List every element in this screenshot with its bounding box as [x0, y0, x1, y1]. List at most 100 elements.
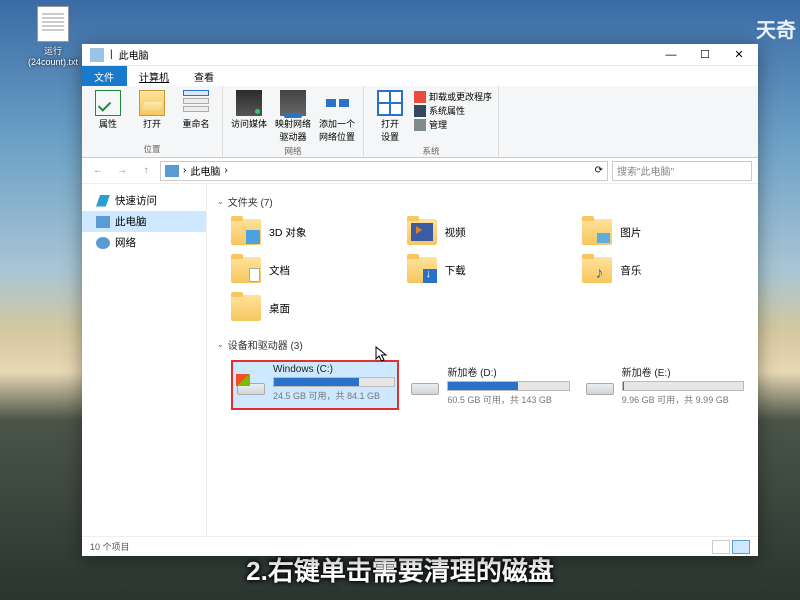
nav-this-pc[interactable]: 此电脑 [82, 211, 206, 232]
map-drive-button[interactable]: 映射网络 驱动器 [273, 90, 313, 143]
drive-icon [409, 373, 441, 397]
txt-file-icon [37, 6, 69, 42]
manage-button[interactable]: 管理 [414, 118, 492, 131]
folder-icon [231, 257, 261, 283]
network-location-icon [324, 90, 350, 116]
folder-label: 桌面 [269, 301, 290, 316]
tab-computer[interactable]: 计算机 [127, 66, 182, 86]
file-explorer-window: | 此电脑 — ☐ ✕ 文件 计算机 查看 属性 打开 重命名 位置 访问媒体 … [82, 44, 758, 556]
maximize-button[interactable]: ☐ [688, 44, 722, 66]
tab-view[interactable]: 查看 [182, 66, 227, 86]
rename-button[interactable]: 重命名 [176, 90, 216, 130]
quick-access-toolbar: | [84, 48, 119, 62]
drive-subtext: 60.5 GB 可用，共 143 GB [447, 393, 569, 406]
drive-subtext: 24.5 GB 可用，共 84.1 GB [273, 389, 395, 402]
ribbon-group-network-label: 网络 [229, 143, 357, 157]
open-label: 打开 [143, 117, 161, 130]
drive-item[interactable]: Windows (C:) 24.5 GB 可用，共 84.1 GB [231, 360, 399, 410]
nav-quick-access[interactable]: 快速访问 [82, 190, 206, 211]
view-details-button[interactable] [712, 540, 730, 554]
nav-forward-button[interactable]: → [112, 161, 132, 181]
view-tiles-button[interactable] [732, 540, 750, 554]
map-drive-label: 映射网络 驱动器 [275, 117, 311, 143]
sysprops-label: 系统属性 [429, 104, 465, 117]
folder-label: 视频 [445, 225, 466, 240]
settings-icon [377, 90, 403, 116]
uninstall-button[interactable]: 卸载或更改程序 [414, 90, 492, 103]
nav-back-button[interactable]: ← [88, 161, 108, 181]
close-button[interactable]: ✕ [722, 44, 756, 66]
drive-usage-bar [622, 381, 744, 391]
folder-item[interactable]: 桌面 [231, 291, 397, 325]
desktop-file-label-2: (24count).txt [28, 57, 78, 67]
nav-pane: 快速访问 此电脑 网络 [82, 184, 207, 536]
add-netloc-label: 添加一个 网络位置 [319, 117, 355, 143]
folder-item[interactable]: 3D 对象 [231, 215, 397, 249]
drive-icon [235, 373, 267, 397]
search-input[interactable]: 搜索"此电脑" [612, 161, 752, 181]
search-placeholder: 搜索"此电脑" [617, 163, 674, 178]
drive-name: 新加卷 (E:) [622, 364, 744, 379]
window-titlebar[interactable]: | 此电脑 — ☐ ✕ [82, 44, 758, 66]
manage-label: 管理 [429, 118, 447, 131]
ribbon-group-system: 打开 设置 卸载或更改程序 系统属性 管理 系统 [364, 86, 499, 157]
ribbon-group-location: 属性 打开 重命名 位置 [82, 86, 223, 157]
properties-button[interactable]: 属性 [88, 90, 128, 130]
ribbon-group-network: 访问媒体 映射网络 驱动器 添加一个 网络位置 网络 [223, 86, 364, 157]
desktop-file-label-1: 运行 [28, 44, 78, 57]
folder-item[interactable]: 下载 [407, 253, 573, 287]
nav-quick-label: 快速访问 [115, 193, 157, 208]
add-netloc-button[interactable]: 添加一个 网络位置 [317, 90, 357, 143]
sysprops-button[interactable]: 系统属性 [414, 104, 492, 117]
breadcrumb[interactable]: › 此电脑 › ⟳ [160, 161, 608, 181]
pc-icon [165, 165, 179, 177]
open-button[interactable]: 打开 [132, 90, 172, 130]
drive-subtext: 9.96 GB 可用，共 9.99 GB [622, 393, 744, 406]
desktop-file-icon[interactable]: 运行 (24count).txt [28, 6, 78, 67]
folder-item[interactable]: 文档 [231, 253, 397, 287]
open-settings-button[interactable]: 打开 设置 [370, 90, 410, 143]
app-icon [90, 48, 104, 62]
folder-icon [407, 257, 437, 283]
section-drives-header[interactable]: 设备和驱动器 (3) [217, 333, 748, 356]
ribbon-group-system-label: 系统 [370, 143, 492, 157]
access-media-button[interactable]: 访问媒体 [229, 90, 269, 130]
content-pane: 文件夹 (7) 3D 对象 视频 图片文档 下载 音乐桌面 设备和驱动器 (3) Win… [207, 184, 758, 536]
system-icon [414, 105, 426, 117]
folder-icon [407, 219, 437, 245]
this-pc-icon [96, 216, 110, 228]
rename-icon [183, 90, 209, 116]
folder-icon [231, 295, 261, 321]
folder-label: 文档 [269, 263, 290, 278]
folder-grid: 3D 对象 视频 图片文档 下载 音乐桌面 [217, 213, 748, 333]
folder-label: 下载 [445, 263, 466, 278]
drive-usage-bar [447, 381, 569, 391]
qat-separator: | [110, 49, 113, 60]
network-drive-icon [280, 90, 306, 116]
section-folders-header[interactable]: 文件夹 (7) [217, 190, 748, 213]
drive-item[interactable]: 新加卷 (E:) 9.96 GB 可用，共 9.99 GB [580, 360, 748, 410]
uninstall-icon [414, 91, 426, 103]
tab-file[interactable]: 文件 [82, 66, 127, 86]
manage-icon [414, 119, 426, 131]
nav-pc-label: 此电脑 [115, 214, 147, 229]
minimize-button[interactable]: — [654, 44, 688, 66]
folder-item[interactable]: 音乐 [582, 253, 748, 287]
drive-item[interactable]: 新加卷 (D:) 60.5 GB 可用，共 143 GB [405, 360, 573, 410]
check-icon [95, 90, 121, 116]
rename-label: 重命名 [182, 117, 209, 130]
access-media-label: 访问媒体 [231, 117, 267, 130]
crumb-this-pc[interactable]: 此电脑 [190, 163, 220, 178]
refresh-button[interactable]: ⟳ [595, 165, 603, 176]
network-icon [96, 237, 110, 249]
folder-item[interactable]: 图片 [582, 215, 748, 249]
nav-network[interactable]: 网络 [82, 232, 206, 253]
folder-item[interactable]: 视频 [407, 215, 573, 249]
instruction-subtitle: 2.右键单击需要清理的磁盘 [0, 551, 800, 588]
window-title: 此电脑 [119, 47, 149, 62]
server-icon [236, 90, 262, 116]
drive-icon [584, 373, 616, 397]
crumb-sep-2: › [224, 165, 227, 176]
address-bar-row: ← → ↑ › 此电脑 › ⟳ 搜索"此电脑" [82, 158, 758, 184]
nav-up-button[interactable]: ↑ [136, 161, 156, 181]
